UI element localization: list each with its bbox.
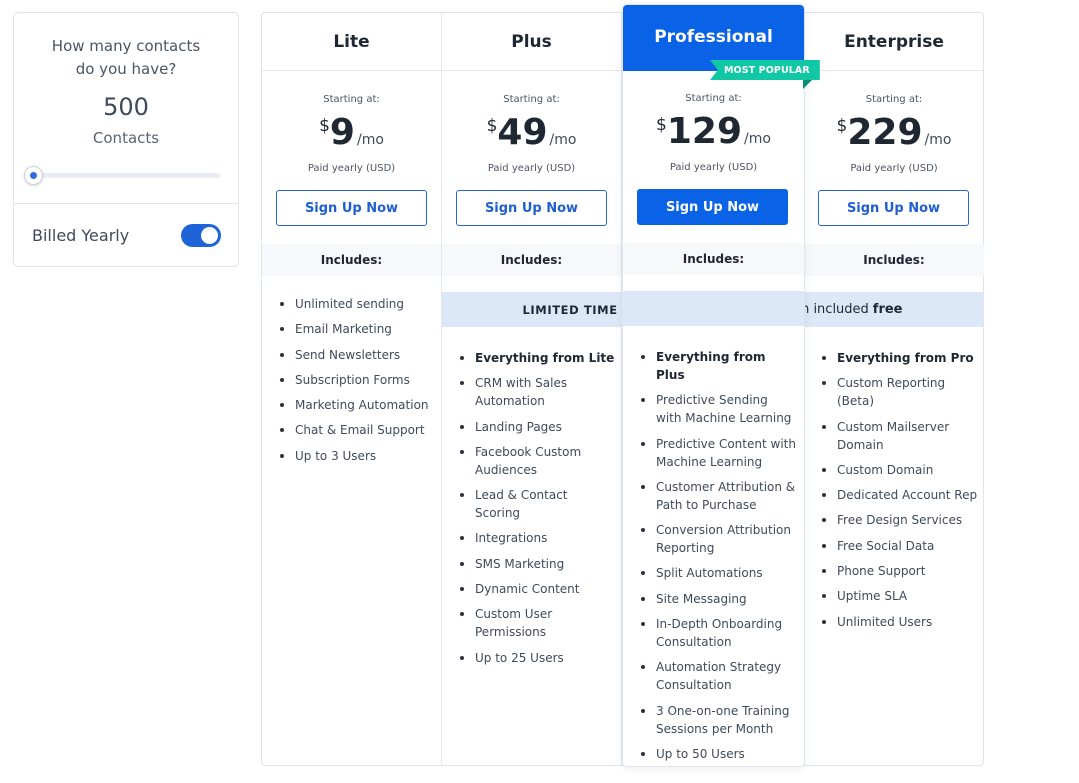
feature-item: Predictive Sending with Machine Learning: [639, 391, 797, 427]
feature-item: Free Design Services: [820, 511, 978, 529]
feature-item: Split Automations: [639, 564, 797, 582]
limited-time-free: free: [872, 302, 903, 317]
feature-list-enterprise: Everything from Pro Custom Reporting (Be…: [820, 349, 978, 638]
starting-at-label: Starting at:: [685, 93, 742, 104]
billed-yearly-toggle[interactable]: [181, 224, 221, 247]
price-amount: 9: [329, 112, 355, 153]
feature-item: Send Newsletters: [278, 346, 436, 364]
sign-up-button-enterprise[interactable]: Sign Up Now: [818, 190, 969, 226]
ribbon-fold: [803, 80, 812, 89]
price-amount: 229: [847, 112, 923, 153]
starting-at-label: Starting at:: [323, 94, 380, 105]
price-period: /mo: [549, 132, 577, 148]
plan-column-professional: Professional MOST POPULAR Starting at: $…: [623, 5, 820, 766]
feature-item: Phone Support: [820, 562, 978, 580]
plan-price: $49/mo: [442, 112, 621, 154]
feature-list-plus: Everything from Lite CRM with Sales Auto…: [458, 349, 616, 674]
paid-yearly-label: Paid yearly (USD): [307, 163, 396, 174]
feature-item: Dynamic Content: [458, 580, 616, 598]
feature-item: Subscription Forms: [278, 371, 436, 389]
feature-item: Custom Domain: [820, 461, 978, 479]
feature-item: Custom Mailserver Domain: [820, 418, 978, 454]
contacts-count: 500: [103, 93, 149, 121]
currency-symbol: $: [836, 116, 848, 136]
feature-item: Dedicated Account Rep: [820, 486, 978, 504]
plan-price: $9/mo: [262, 112, 441, 154]
billing-label: Billed Yearly: [32, 226, 130, 245]
plan-column-plus: Plus Starting at: $49/mo Paid yearly (US…: [442, 13, 622, 765]
most-popular-ribbon: MOST POPULAR: [710, 60, 820, 80]
feature-item: Lead & Contact Scoring: [458, 486, 616, 522]
feature-item: Up to 25 Users: [458, 649, 616, 667]
feature-list-lite: Unlimited sending Email Marketing Send N…: [278, 295, 436, 472]
feature-item: Everything from Pro: [820, 349, 978, 367]
paid-yearly-label: Paid yearly (USD): [850, 163, 938, 174]
contacts-unit-label: Contacts: [92, 129, 160, 147]
plan-column-enterprise: Enterprise Starting at: $229/mo Paid yea…: [804, 13, 984, 765]
plan-price: $229/mo: [804, 112, 984, 154]
contacts-slider-track[interactable]: [34, 173, 220, 178]
starting-at-label: Starting at:: [503, 94, 560, 105]
feature-item: Automation Strategy Consultation: [639, 658, 797, 694]
currency-symbol: $: [319, 116, 330, 136]
currency-symbol: $: [486, 116, 498, 136]
feature-item: Integrations: [458, 529, 616, 547]
price-period: /mo: [924, 132, 952, 148]
feature-item: Marketing Automation: [278, 396, 436, 414]
feature-item: Predictive Content with Machine Learning: [639, 435, 797, 471]
contacts-question: How many contacts do you have?: [51, 37, 201, 78]
includes-header: Includes:: [804, 244, 984, 276]
feature-item: 3 One-on-one Training Sessions per Month: [639, 702, 797, 738]
feature-item: Up to 50 Users: [639, 745, 797, 763]
paid-yearly-label: Paid yearly (USD): [487, 163, 576, 174]
feature-item: CRM with Sales Automation: [458, 374, 616, 410]
feature-item: Chat & Email Support: [278, 421, 436, 439]
feature-item: Conversion Attribution Reporting: [639, 521, 797, 557]
feature-item: Free Social Data: [820, 537, 978, 555]
sign-up-button-lite[interactable]: Sign Up Now: [276, 190, 427, 226]
sign-up-button-plus[interactable]: Sign Up Now: [456, 190, 607, 226]
feature-item: Everything from Plus: [639, 348, 797, 384]
contacts-slider-handle[interactable]: [24, 166, 43, 185]
feature-item: Up to 3 Users: [278, 447, 436, 465]
feature-item: Landing Pages: [458, 418, 616, 436]
feature-item: Uptime SLA: [820, 587, 978, 605]
plan-price: $129/mo: [623, 111, 804, 153]
feature-item: Everything from Lite: [458, 349, 616, 367]
plan-name: Enterprise: [804, 13, 984, 71]
starting-at-label: Starting at:: [865, 94, 923, 105]
feature-list-professional: Everything from Plus Predictive Sending …: [639, 348, 797, 770]
feature-item: Custom User Permissions: [458, 605, 616, 641]
feature-item: Unlimited Users: [820, 613, 978, 631]
plan-name: Lite: [262, 13, 441, 71]
price-amount: 49: [497, 112, 548, 153]
feature-item: In-Depth Onboarding Consultation: [639, 615, 797, 651]
card-divider: [14, 203, 238, 204]
limited-time-banner-segment: [623, 291, 804, 326]
feature-item: Unlimited sending: [278, 295, 436, 313]
includes-header: Includes:: [623, 243, 804, 275]
includes-header: Includes:: [262, 244, 441, 276]
price-amount: 129: [666, 111, 743, 152]
sign-up-button-professional[interactable]: Sign Up Now: [637, 189, 788, 225]
feature-item: Email Marketing: [278, 320, 436, 338]
paid-yearly-label: Paid yearly (USD): [669, 162, 758, 173]
feature-item: Facebook Custom Audiences: [458, 443, 616, 479]
feature-item: Customer Attribution & Path to Purchase: [639, 478, 797, 514]
limited-time-tag: LIMITED TIME: [522, 302, 618, 317]
price-period: /mo: [356, 132, 384, 148]
feature-item: Custom Reporting (Beta): [820, 374, 978, 410]
includes-header: Includes:: [442, 244, 621, 276]
contacts-card: How many contacts do you have? 500 Conta…: [13, 12, 239, 267]
plan-name: Plus: [442, 13, 621, 71]
price-period: /mo: [744, 131, 771, 147]
currency-symbol: $: [656, 115, 667, 135]
plan-column-lite: Lite Starting at: $9/mo Paid yearly (USD…: [262, 13, 442, 765]
feature-item: Site Messaging: [639, 590, 797, 608]
feature-item: SMS Marketing: [458, 555, 616, 573]
